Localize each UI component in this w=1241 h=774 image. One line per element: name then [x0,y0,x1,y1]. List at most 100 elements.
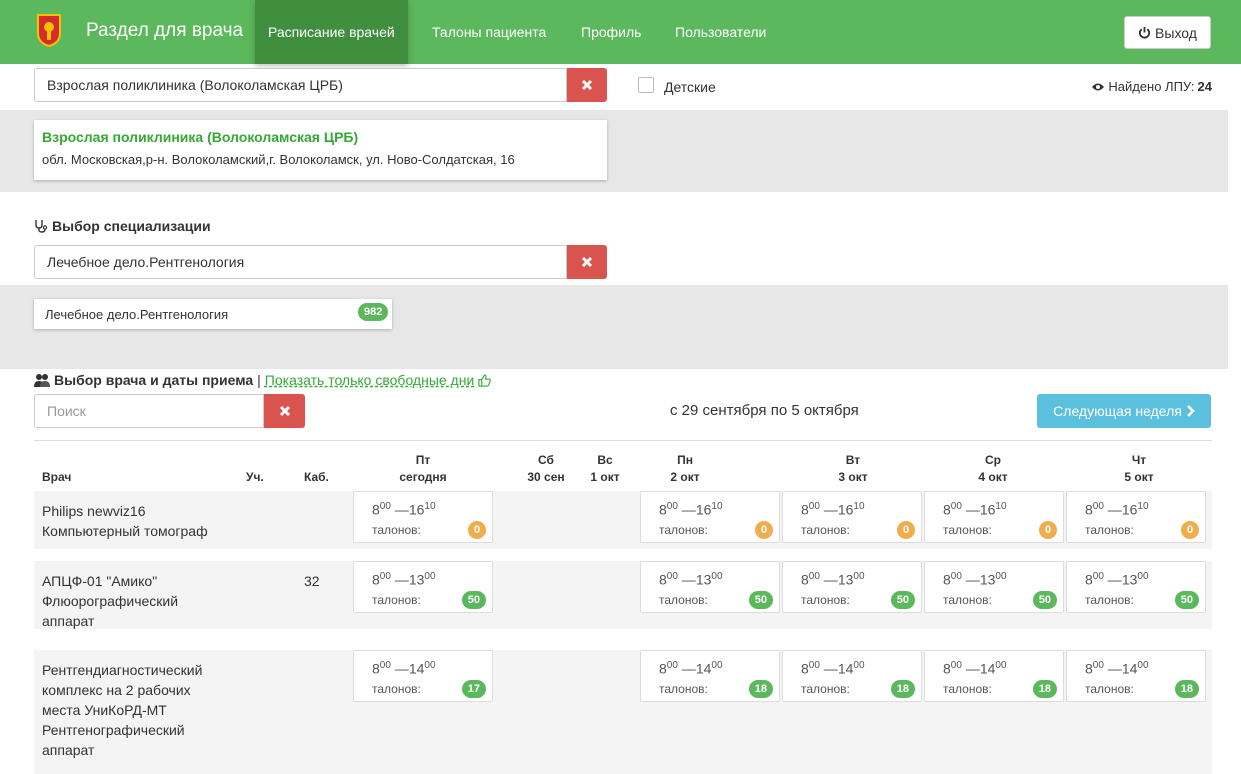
specialization-result-card[interactable]: Лечебное дело.Рентгенология [34,299,392,329]
slot-ticket-count: 50 [748,591,773,609]
schedule-slot[interactable]: 800 —1610 талонов: 0 [1066,491,1206,543]
start-minute: 00 [950,660,962,671]
schedule-slot[interactable]: 800 —1400 талонов: 18 [782,650,922,702]
specialization-input[interactable]: Лечебное дело.Рентгенология [34,245,567,279]
schedule-slot[interactable]: 800 —1300 талонов: 50 [640,561,780,613]
schedule-slot[interactable]: 800 —1300 талонов: 50 [353,561,493,613]
time-dash: — [1103,660,1122,677]
nav-patient-tickets[interactable]: Талоны пациента [419,0,559,64]
schedule-slot[interactable]: 800 —1400 талонов: 18 [924,650,1064,702]
next-week-button[interactable]: Следующая неделя [1037,394,1211,428]
nav-users[interactable]: Пользователи [662,0,779,64]
slot-time: 800 —1610 [943,501,1007,518]
start-minute: 00 [950,571,962,582]
schedule-slot[interactable]: 800 —1300 талонов: 50 [1066,561,1206,613]
nav-profile[interactable]: Профиль [568,0,654,64]
doctor-name-line: АПЦФ-01 "Амико" [42,573,158,589]
doctor-name-line: места УниКоРД-МТ [42,702,167,718]
doctor-search-clear-button[interactable] [264,394,305,428]
start-hour: 8 [659,660,667,677]
end-minute: 10 [424,501,436,512]
slot-ticket-count: 0 [468,521,486,539]
week-range-label: с 29 сентября по 5 октября [670,402,859,419]
day-date: 4 окт [978,470,1008,484]
start-minute: 00 [808,660,820,671]
slot-tickets-label: талонов: [801,523,850,537]
table-top-border [34,440,1212,441]
time-dash: — [390,660,409,677]
slot-ticket-count: 18 [748,680,773,698]
slot-time: 800 —1610 [1085,501,1149,518]
brand-title[interactable]: Раздел для врача [86,20,243,42]
nav-doctors-schedule[interactable]: Расписание врачей [255,0,408,64]
start-minute: 00 [379,501,391,512]
end-hour: 13 [1121,571,1138,588]
doctor-name[interactable]: АПЦФ-01 "Амико" Флюорографический аппарат [42,571,242,631]
slot-time: 800 —1300 [659,571,723,588]
end-hour: 13 [837,571,854,588]
clinic-result-card[interactable]: Взрослая поликлиника (Волоколамская ЦРБ)… [34,120,607,180]
specialization-clear-button[interactable] [567,245,607,279]
day-name: Пт [415,453,431,467]
schedule-slot[interactable]: 800 —1610 талонов: 0 [640,491,780,543]
clinic-input[interactable]: Взрослая поликлиника (Волоколамская ЦРБ) [34,68,567,102]
show-free-days-link[interactable]: Показать только свободные дни [265,372,474,388]
children-checkbox-label: Детские [664,79,716,95]
close-icon [581,79,593,91]
slot-time: 800 —1610 [372,501,436,518]
end-minute: 00 [1137,571,1149,582]
slot-time: 800 —1400 [659,660,723,677]
end-minute: 00 [853,571,865,582]
schedule-slot[interactable]: 800 —1610 талонов: 0 [782,491,922,543]
day-date: 1 окт [590,470,620,484]
schedule-slot[interactable]: 800 —1610 талонов: 0 [924,491,1064,543]
start-hour: 8 [372,571,380,588]
end-minute: 00 [995,571,1007,582]
logout-button[interactable]: Выход [1124,16,1211,49]
slot-tickets-label: талонов: [801,593,850,607]
start-minute: 00 [379,660,391,671]
start-minute: 00 [808,501,820,512]
time-dash: — [677,571,696,588]
end-hour: 14 [837,660,854,677]
end-minute: 00 [711,660,723,671]
slot-ticket-count: 50 [1032,591,1057,609]
end-minute: 00 [853,660,865,671]
specialization-result-name: Лечебное дело.Рентгенология [45,306,229,322]
time-dash: — [819,660,838,677]
doctor-search-input[interactable]: Поиск [34,394,264,428]
slot-tickets-label: талонов: [372,682,421,696]
time-dash: — [390,501,409,518]
doctor-name-line: Рентгенографический [42,722,185,738]
slot-tickets-label: талонов: [659,593,708,607]
logout-label: Выход [1155,24,1197,41]
clinic-result-name: Взрослая поликлиника (Волоколамская ЦРБ) [42,129,359,145]
slot-ticket-count: 18 [890,680,915,698]
end-hour: 14 [1121,660,1138,677]
time-dash: — [819,501,838,518]
schedule-slot[interactable]: 800 —1300 талонов: 50 [924,561,1064,613]
start-minute: 00 [379,571,391,582]
slot-ticket-count: 0 [755,521,773,539]
schedule-slot[interactable]: 800 —1400 талонов: 18 [640,650,780,702]
schedule-slot[interactable]: 800 —1400 талонов: 18 [1066,650,1206,702]
end-hour: 16 [1121,501,1138,518]
day-date: 2 окт [670,470,700,484]
schedule-slot[interactable]: 800 —1610 талонов: 0 [353,491,493,543]
end-hour: 16 [979,501,996,518]
specialization-title: Выбор специализации [34,218,211,234]
doctor-name[interactable]: Рентгендиагностический комплекс на 2 рабо… [42,660,242,760]
time-dash: — [1103,571,1122,588]
schedule-slot[interactable]: 800 —1300 талонов: 50 [782,561,922,613]
thumbs-up-icon[interactable] [478,373,492,387]
next-week-label: Следующая неделя [1053,403,1182,419]
schedule-slot[interactable]: 800 —1400 талонов: 17 [353,650,493,702]
clinic-clear-button[interactable] [567,68,607,102]
children-checkbox[interactable] [638,77,654,93]
column-header-doctor: Врач [42,470,72,484]
column-header-day: Ср 4 окт [953,452,1033,486]
coat-of-arms-icon [37,14,61,47]
slot-tickets-label: талонов: [659,523,708,537]
doctor-name[interactable]: Philips newviz16 Компьютерный томограф [42,501,242,541]
slot-time: 800 —1610 [659,501,723,518]
